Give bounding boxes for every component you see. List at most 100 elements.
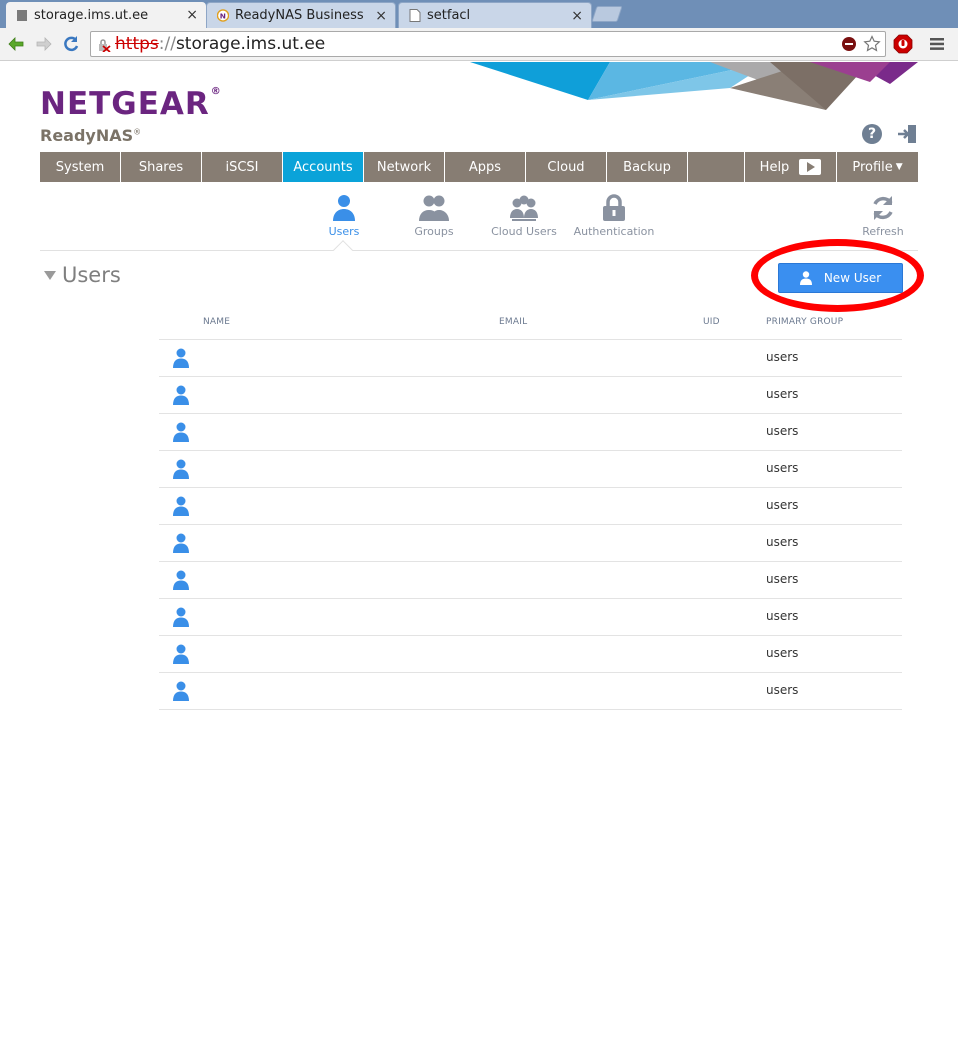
header-decoration-graphic bbox=[470, 62, 918, 110]
refresh-label: Refresh bbox=[862, 225, 904, 238]
primary-group-cell: users bbox=[766, 350, 799, 364]
main-navigation: System Shares iSCSI Accounts Network App… bbox=[40, 152, 918, 182]
caret-down-icon: ▼ bbox=[895, 162, 903, 172]
primary-group-cell: users bbox=[766, 683, 799, 697]
table-header: NAME EMAIL UID PRIMARY GROUP bbox=[159, 312, 902, 340]
primary-group-cell: users bbox=[766, 572, 799, 586]
tab-close-icon[interactable]: × bbox=[186, 7, 198, 23]
document-icon bbox=[409, 9, 421, 22]
table-row[interactable]: users bbox=[159, 340, 902, 377]
chrome-menu-button[interactable] bbox=[926, 33, 948, 55]
back-button[interactable] bbox=[6, 34, 26, 54]
table-row[interactable]: users bbox=[159, 451, 902, 488]
nav-backup[interactable]: Backup bbox=[607, 152, 688, 182]
browser-tab-readynas[interactable]: N ReadyNAS Business Rac × bbox=[206, 2, 396, 28]
nav-apps[interactable]: Apps bbox=[445, 152, 526, 182]
browser-tab-setfacl[interactable]: setfacl × bbox=[398, 2, 592, 28]
bookmark-star-icon[interactable] bbox=[863, 35, 881, 53]
table-row[interactable]: users bbox=[159, 673, 902, 710]
user-icon bbox=[173, 422, 189, 442]
column-header-email[interactable]: EMAIL bbox=[499, 317, 527, 327]
nav-profile-label: Profile bbox=[852, 159, 893, 175]
table-row[interactable]: users bbox=[159, 377, 902, 414]
netgear-logo: NETGEAR® bbox=[40, 86, 222, 122]
user-icon bbox=[173, 348, 189, 368]
table-row[interactable]: users bbox=[159, 488, 902, 525]
primary-group-cell: users bbox=[766, 535, 799, 549]
nav-system[interactable]: System bbox=[40, 152, 121, 182]
stop-hand-icon bbox=[893, 34, 913, 54]
browser-tab-storage[interactable]: storage.ims.ut.ee × bbox=[6, 2, 206, 28]
help-icon[interactable]: ? bbox=[862, 124, 882, 144]
primary-group-cell: users bbox=[766, 387, 799, 401]
play-video-icon bbox=[799, 159, 822, 175]
nav-cloud[interactable]: Cloud bbox=[526, 152, 607, 182]
address-bar[interactable]: https :// storage.ims.ut.ee bbox=[90, 31, 886, 57]
tab-close-icon[interactable]: × bbox=[375, 8, 387, 24]
subnav-cloud-users-label: Cloud Users bbox=[491, 225, 557, 238]
nav-network[interactable]: Network bbox=[364, 152, 445, 182]
subnav-authentication[interactable]: Authentication bbox=[569, 193, 659, 238]
nav-shares[interactable]: Shares bbox=[121, 152, 202, 182]
table-body: users users users users users users users users… bbox=[159, 340, 902, 710]
table-row[interactable]: users bbox=[159, 636, 902, 673]
subnav-groups-label: Groups bbox=[414, 225, 454, 238]
user-icon bbox=[173, 459, 189, 479]
group-icon bbox=[418, 193, 450, 223]
forward-button[interactable] bbox=[34, 34, 54, 54]
primary-group-cell: users bbox=[766, 461, 799, 475]
nav-iscsi[interactable]: iSCSI bbox=[202, 152, 283, 182]
url-scheme: https bbox=[115, 34, 159, 54]
nav-accounts[interactable]: Accounts bbox=[283, 152, 364, 182]
back-arrow-icon bbox=[8, 37, 24, 51]
lock-icon bbox=[598, 193, 630, 223]
subnav-users-label: Users bbox=[328, 225, 360, 238]
insecure-lock-icon bbox=[97, 37, 111, 53]
url-host: storage.ims.ut.ee bbox=[175, 34, 326, 54]
user-icon bbox=[173, 496, 189, 516]
table-row[interactable]: users bbox=[159, 525, 902, 562]
column-header-uid[interactable]: UID bbox=[703, 317, 720, 327]
forward-arrow-icon bbox=[36, 37, 52, 51]
nav-blank bbox=[688, 152, 745, 182]
reload-button[interactable] bbox=[61, 34, 81, 54]
url-separator: :// bbox=[158, 34, 176, 54]
table-row[interactable]: users bbox=[159, 562, 902, 599]
refresh-icon bbox=[867, 193, 899, 223]
column-header-primary-group[interactable]: PRIMARY GROUP bbox=[766, 317, 843, 327]
tab-close-icon[interactable]: × bbox=[571, 8, 583, 24]
readynas-logo: ReadyNAS® bbox=[40, 126, 142, 145]
subnav-users[interactable]: Users bbox=[299, 193, 389, 238]
table-row[interactable]: users bbox=[159, 599, 902, 636]
blocked-content-icon[interactable] bbox=[841, 36, 857, 52]
column-header-name[interactable]: NAME bbox=[203, 317, 230, 327]
user-icon bbox=[173, 607, 189, 627]
user-icon bbox=[328, 193, 360, 223]
cloud-users-icon bbox=[508, 193, 540, 223]
collapse-section-icon[interactable] bbox=[44, 271, 56, 280]
tab-title: ReadyNAS Business Rac bbox=[235, 8, 369, 23]
tab-title: storage.ims.ut.ee bbox=[34, 7, 149, 23]
nav-profile[interactable]: Profile ▼ bbox=[837, 152, 918, 182]
subnav-groups[interactable]: Groups bbox=[389, 193, 479, 238]
adblock-extension-button[interactable] bbox=[892, 33, 914, 55]
hamburger-menu-icon bbox=[930, 38, 944, 50]
primary-group-cell: users bbox=[766, 646, 799, 660]
logout-icon[interactable] bbox=[896, 124, 918, 144]
table-row[interactable]: users bbox=[159, 414, 902, 451]
new-tab-button[interactable] bbox=[591, 6, 623, 22]
active-subnav-pointer bbox=[333, 240, 353, 260]
nav-help[interactable]: Help bbox=[745, 152, 837, 182]
subnav-cloud-users[interactable]: Cloud Users bbox=[479, 193, 569, 238]
nav-help-label: Help bbox=[759, 159, 790, 175]
browser-toolbar: https :// storage.ims.ut.ee bbox=[0, 28, 958, 61]
users-table: NAME EMAIL UID PRIMARY GROUP users users u… bbox=[159, 312, 902, 710]
refresh-button[interactable]: Refresh bbox=[838, 193, 928, 238]
user-icon bbox=[173, 644, 189, 664]
user-icon bbox=[173, 570, 189, 590]
primary-group-cell: users bbox=[766, 424, 799, 438]
user-icon bbox=[173, 533, 189, 553]
section-title: Users bbox=[62, 263, 121, 287]
browser-tab-strip: storage.ims.ut.ee × N ReadyNAS Business … bbox=[0, 0, 958, 28]
user-icon bbox=[173, 681, 189, 701]
